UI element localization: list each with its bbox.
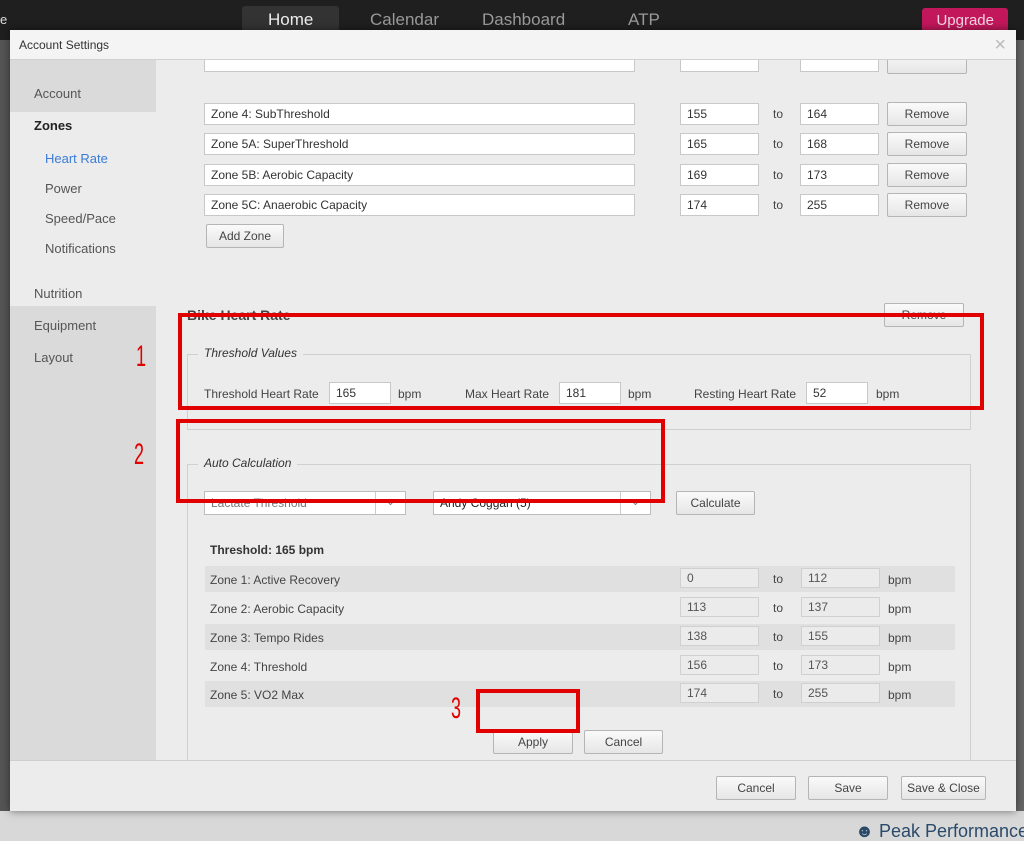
dialog-title: Account Settings <box>19 38 110 52</box>
calc-zone-name: Zone 4: Threshold <box>210 660 308 674</box>
table-row: Zone 4: Threshold 156 to 173 bpm <box>205 653 955 679</box>
sidebar-item-equipment[interactable]: Equipment <box>34 318 96 333</box>
annotation-box-threshold <box>178 313 984 410</box>
dialog-header: Account Settings × <box>10 30 1016 60</box>
to-label: to <box>773 198 784 212</box>
zone-name-input[interactable] <box>204 164 635 186</box>
dialog-footer: Cancel Save Save & Close <box>10 760 1016 811</box>
to-label: to <box>773 137 784 151</box>
zone-name-input-cutoff[interactable] <box>204 60 635 72</box>
zone-low-input[interactable] <box>680 194 759 216</box>
zones-content: to Remove to Remove to Remove to Remove … <box>156 60 1016 760</box>
to-label: to <box>773 601 784 615</box>
to-label: to <box>773 630 784 644</box>
calc-zone-high: 112 <box>801 568 880 588</box>
bpm-label: bpm <box>888 631 912 645</box>
table-row: Zone 2: Aerobic Capacity 113 to 137 bpm <box>205 595 955 621</box>
remove-zone-button[interactable]: Remove <box>887 102 967 126</box>
bpm-label: bpm <box>888 573 912 587</box>
zone-high-input[interactable] <box>800 133 879 155</box>
annotation-box-auto-calc <box>176 419 665 503</box>
sidebar-item-notifications[interactable]: Notifications <box>45 241 116 256</box>
bg-fragment: e <box>0 12 8 27</box>
calc-zone-name: Zone 3: Tempo Rides <box>210 631 324 645</box>
background-bottom-strip: ☻ Peak Performance <box>0 811 1024 841</box>
peak-performance-link[interactable]: ☻ Peak Performance <box>855 821 1024 841</box>
sidebar-item-account[interactable]: Account <box>34 86 81 101</box>
threshold-summary: Threshold: 165 bpm <box>210 543 325 557</box>
sidebar-item-layout[interactable]: Layout <box>34 350 73 365</box>
peak-performance-label: Peak Performance <box>878 821 1024 841</box>
calc-zone-name: Zone 1: Active Recovery <box>210 573 341 587</box>
remove-zone-button[interactable]: Remove <box>887 163 967 187</box>
annotation-number-1: 1 <box>136 340 147 373</box>
sidebar-item-nutrition[interactable]: Nutrition <box>34 286 82 301</box>
annotation-box-apply <box>476 689 580 733</box>
table-row: Zone 1: Active Recovery 0 to 112 bpm <box>205 566 955 592</box>
sidebar-item-zones[interactable]: Zones <box>34 118 72 133</box>
calc-zone-low: 156 <box>680 655 759 675</box>
zone-low-input-cutoff[interactable] <box>680 60 759 72</box>
annotation-number-2: 2 <box>134 438 145 471</box>
zone-low-input[interactable] <box>680 133 759 155</box>
calc-zone-low: 174 <box>680 683 759 703</box>
calc-zone-high: 255 <box>801 683 880 703</box>
bpm-label: bpm <box>888 688 912 702</box>
remove-zone-button[interactable]: Remove <box>887 132 967 156</box>
close-icon[interactable]: × <box>994 34 1006 57</box>
to-label: to <box>773 107 784 121</box>
cancel-button[interactable]: Cancel <box>716 776 796 800</box>
calc-zone-high: 173 <box>801 655 880 675</box>
table-row: Zone 3: Tempo Rides 138 to 155 bpm <box>205 624 955 650</box>
remove-zone-button[interactable]: Remove <box>887 193 967 217</box>
remove-zone-button-cutoff[interactable] <box>887 60 967 74</box>
apply-button[interactable]: Apply <box>493 730 573 754</box>
annotation-number-3: 3 <box>451 692 462 725</box>
bpm-label: bpm <box>888 660 912 674</box>
zone-high-input[interactable] <box>800 194 879 216</box>
table-row: Zone 5: VO2 Max 174 to 255 bpm <box>205 681 955 707</box>
sidebar-item-power[interactable]: Power <box>45 181 82 196</box>
zone-name-input[interactable] <box>204 133 635 155</box>
calculate-button[interactable]: Calculate <box>676 491 755 515</box>
cancel-calculation-button[interactable]: Cancel <box>584 730 663 754</box>
save-and-close-button[interactable]: Save & Close <box>901 776 986 800</box>
calc-zone-low: 0 <box>680 568 759 588</box>
zone-high-input[interactable] <box>800 164 879 186</box>
calc-zone-low: 138 <box>680 626 759 646</box>
calc-zone-high: 137 <box>801 597 880 617</box>
calc-zone-low: 113 <box>680 597 759 617</box>
to-label: to <box>773 659 784 673</box>
zone-name-input[interactable] <box>204 103 635 125</box>
bpm-label: bpm <box>888 602 912 616</box>
add-zone-button[interactable]: Add Zone <box>206 224 284 248</box>
to-label: to <box>773 168 784 182</box>
calc-zone-high: 155 <box>801 626 880 646</box>
zone-name-input[interactable] <box>204 194 635 216</box>
sidebar-item-heart-rate[interactable]: Heart Rate <box>45 151 108 166</box>
to-label: to <box>773 687 784 701</box>
background-right-strip <box>1016 40 1024 841</box>
zone-high-input[interactable] <box>800 103 879 125</box>
calc-zone-name: Zone 2: Aerobic Capacity <box>210 602 345 616</box>
to-label: to <box>773 572 784 586</box>
zone-low-input[interactable] <box>680 164 759 186</box>
background-left-strip <box>0 40 10 841</box>
calc-zone-name: Zone 5: VO2 Max <box>210 688 305 702</box>
zone-high-input-cutoff[interactable] <box>800 60 879 72</box>
settings-sidebar: Account Zones Heart Rate Power Speed/Pac… <box>10 60 156 760</box>
zones-group <box>10 112 156 306</box>
zone-low-input[interactable] <box>680 103 759 125</box>
save-button[interactable]: Save <box>808 776 888 800</box>
sidebar-item-speed-pace[interactable]: Speed/Pace <box>45 211 116 226</box>
